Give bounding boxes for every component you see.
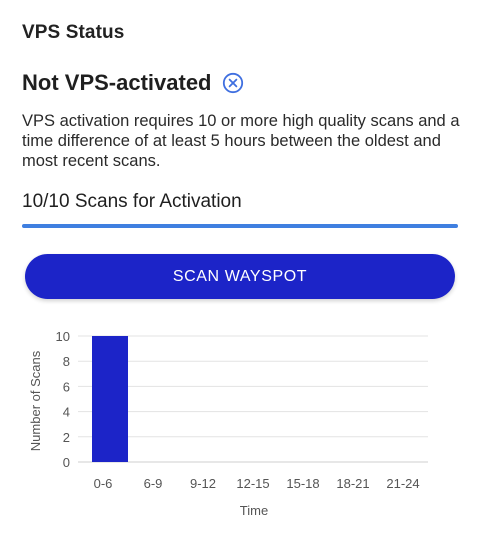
y-tick-label: 4: [63, 405, 70, 420]
y-tick-label: 10: [56, 329, 70, 344]
y-tick-label: 8: [63, 354, 70, 369]
x-tick-label: 15-18: [286, 476, 319, 491]
x-tick-label: 9-12: [190, 476, 216, 491]
close-circle-icon: [222, 72, 244, 94]
y-tick-label: 2: [63, 430, 70, 445]
section-title: VPS Status: [22, 22, 125, 43]
scans-by-time-chart: 0 2 4 6 8 10 0-6 6-9 9-12 12-15 15-18 18-21 21-24 Tim…: [0, 318, 477, 528]
scans-progress-bar: [22, 224, 458, 228]
vps-status-title: Not VPS-activated: [22, 70, 212, 95]
scans-chart-svg: 0 2 4 6 8 10 0-6 6-9 9-12 12-15 15-18 18-21 21-24 Tim…: [28, 329, 428, 518]
y-tick-label: 0: [63, 455, 70, 470]
x-tick-label: 21-24: [386, 476, 419, 491]
x-tick-label: 12-15: [236, 476, 269, 491]
y-axis-title: Number of Scans: [28, 350, 43, 451]
activation-description: VPS activation requires 10 or more high …: [22, 112, 460, 170]
vps-status-row: Not VPS-activated: [22, 70, 244, 96]
x-tick-label: 6-9: [144, 476, 163, 491]
x-tick-label: 0-6: [94, 476, 113, 491]
scans-progress-label: 10/10 Scans for Activation: [22, 191, 242, 212]
scan-wayspot-button[interactable]: SCAN WAYSPOT: [25, 254, 455, 299]
x-axis-title: Time: [240, 503, 268, 518]
y-tick-label: 6: [63, 379, 70, 394]
x-tick-label: 18-21: [336, 476, 369, 491]
bar: [92, 336, 128, 462]
scans-progress-fill: [22, 224, 458, 228]
